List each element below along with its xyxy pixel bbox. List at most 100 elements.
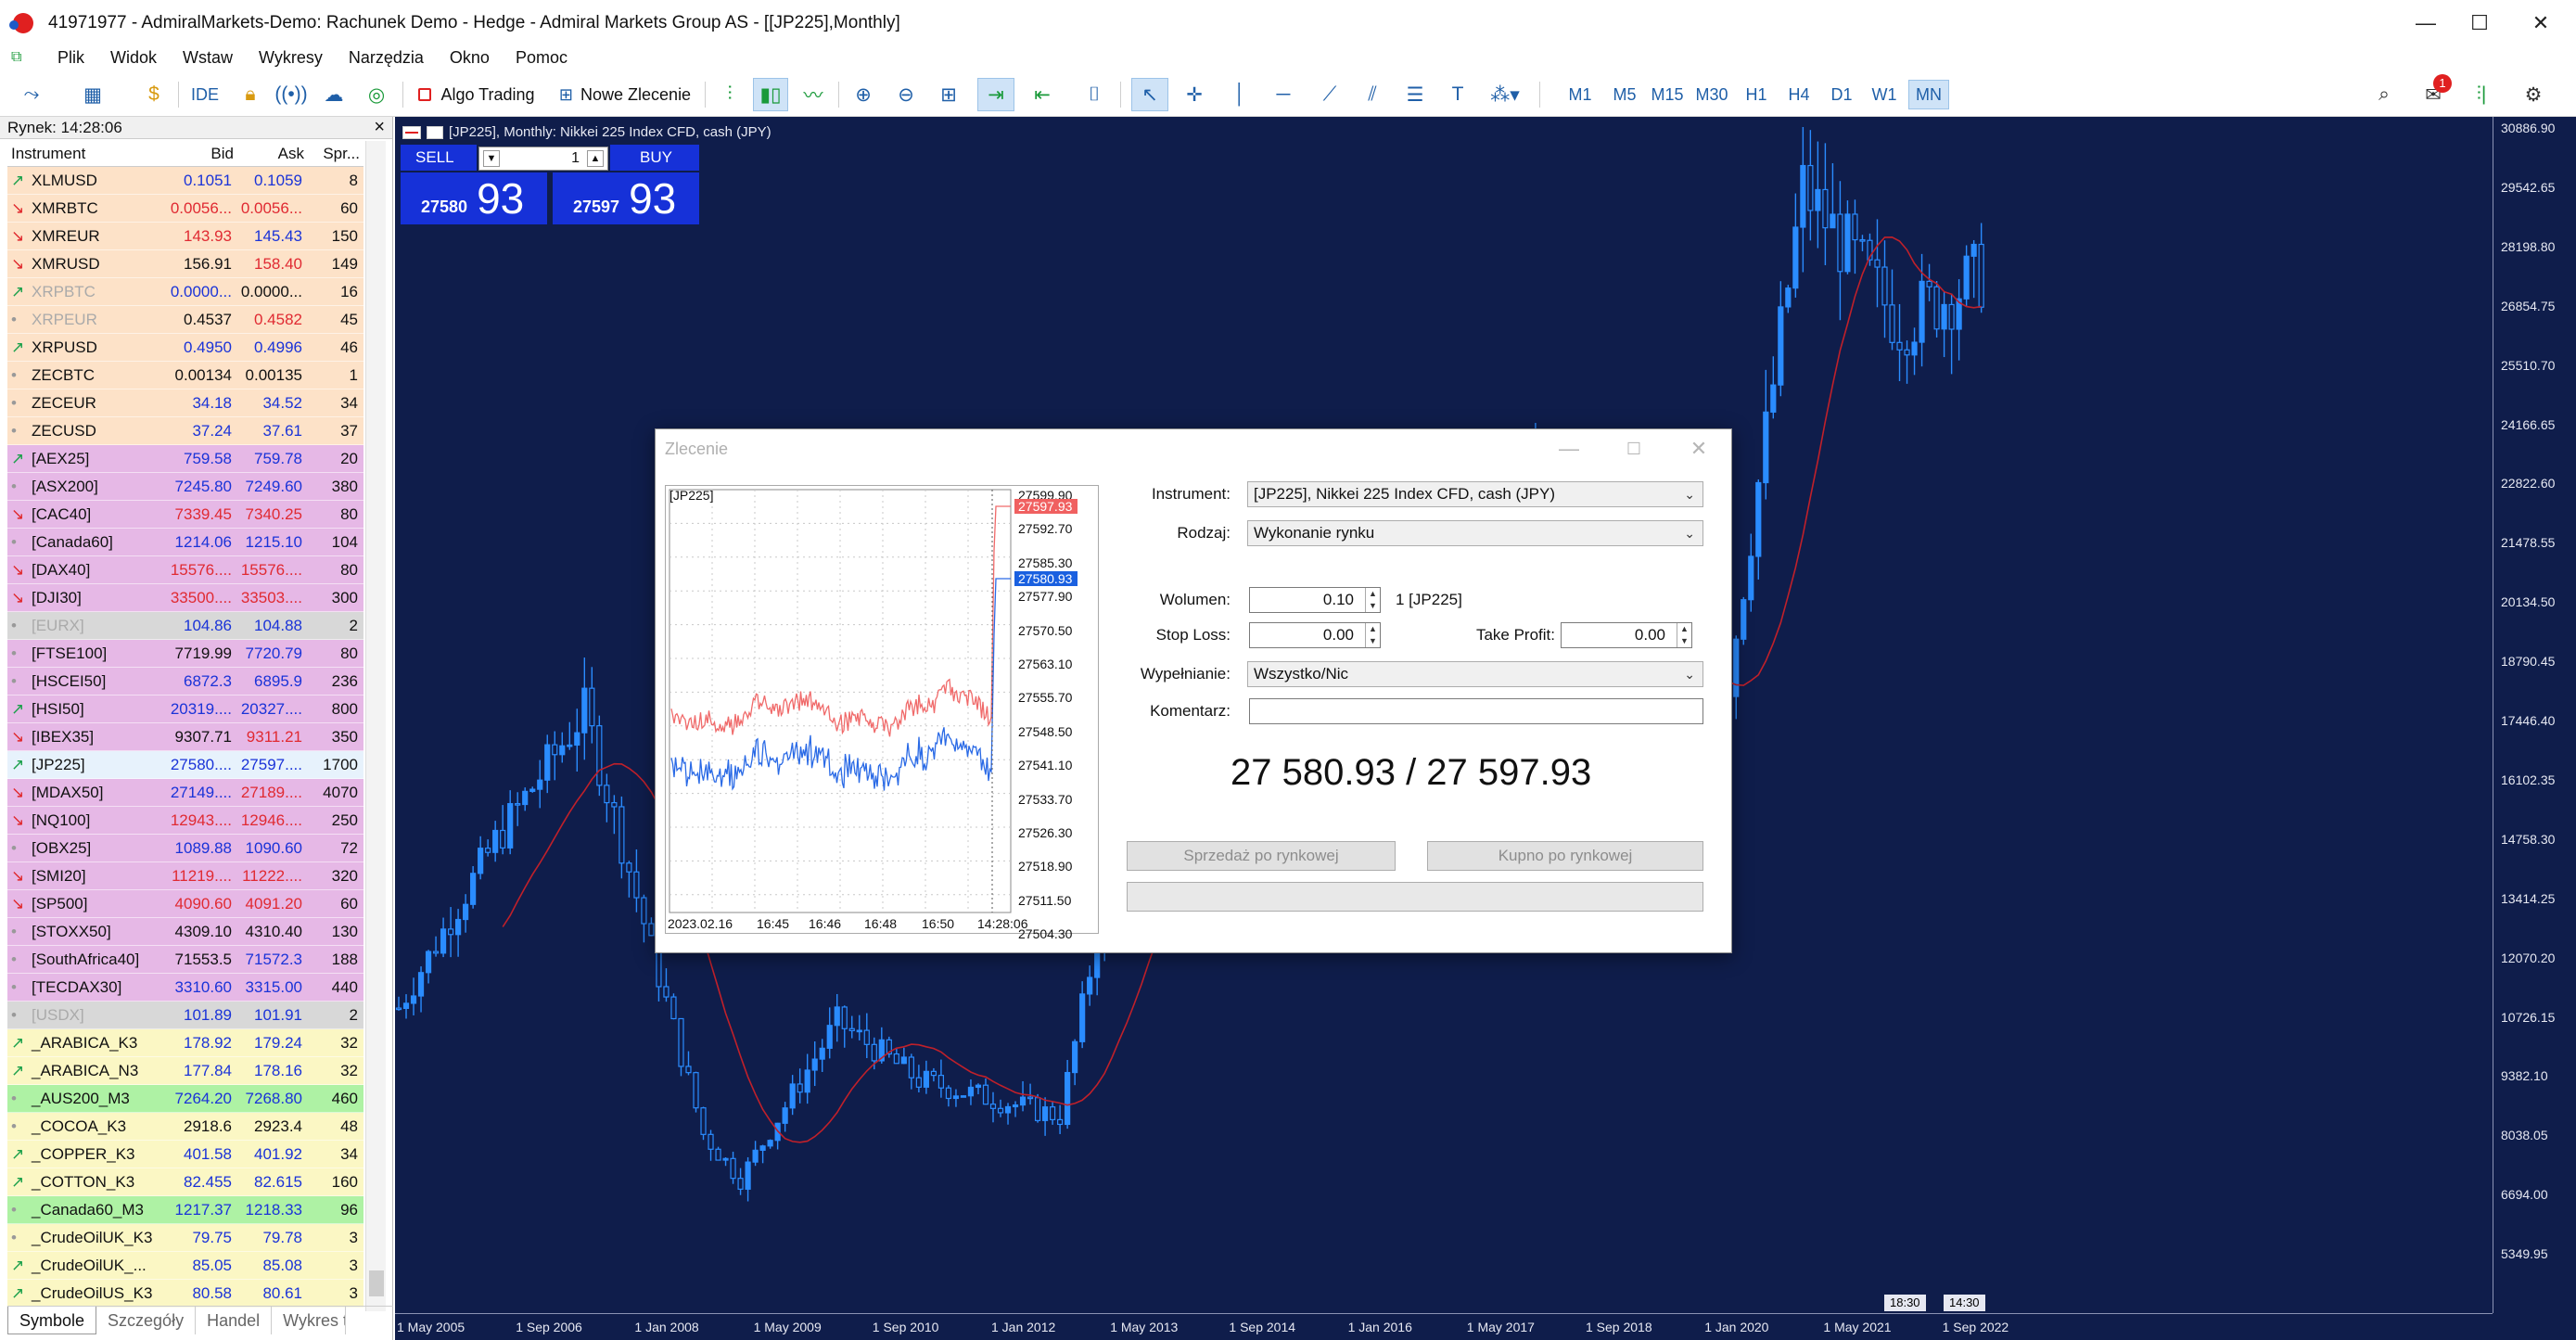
market-watch-row[interactable]: ↗ XRPUSD 0.4950 0.4996 46 — [7, 334, 363, 362]
vertical-line-icon[interactable]: │ — [1226, 78, 1254, 111]
signals-icon[interactable]: ((•)) — [274, 78, 308, 111]
tab-trading[interactable]: Handel — [196, 1307, 273, 1334]
market-watch-row[interactable]: ↘ [CAC40] 7339.45 7340.25 80 — [7, 501, 363, 529]
market-watch-row[interactable]: ↘ [NQ100] 12943.... 12946.... 250 — [7, 807, 363, 835]
order-type-select[interactable]: Wykonanie rynku ⌄ — [1247, 520, 1703, 546]
text-icon[interactable]: T — [1441, 78, 1474, 111]
market-watch-row[interactable]: ↗ [AEX25] 759.58 759.78 20 — [7, 445, 363, 473]
profiles-icon[interactable]: ▦ — [74, 78, 111, 111]
zoom-in-icon[interactable]: ⊕ — [848, 78, 879, 111]
one-click-volume-input[interactable]: ▼ 1 ▲ — [478, 147, 608, 171]
terminal-menu-icon[interactable]: ⧉ — [11, 49, 32, 66]
shapes-icon[interactable]: ⁂▾ — [1484, 78, 1526, 111]
market-watch-row[interactable]: • ZECBTC 0.00134 0.00135 1 — [7, 362, 363, 389]
stop-loss-input[interactable]: 0.00 ▲ ▼ — [1249, 622, 1381, 648]
market-watch-row[interactable]: • _AUS200_M3 7264.20 7268.80 460 — [7, 1085, 363, 1113]
maximize-button[interactable]: ☐ — [2444, 0, 2515, 46]
crosshair-icon[interactable]: ✛ — [1178, 78, 1211, 111]
volume-up-icon[interactable]: ▲ — [587, 150, 604, 167]
volume-spinner-icon[interactable]: ▲ ▼ — [1365, 588, 1380, 612]
market-watch-row[interactable]: • _COCOA_K3 2918.6 2923.4 48 — [7, 1113, 363, 1141]
community-icon[interactable]: ◎ — [360, 78, 393, 111]
new-chart-icon[interactable]: ⤳ — [13, 78, 50, 111]
search-icon[interactable]: ⌕ — [2368, 78, 2400, 111]
market-watch-row[interactable]: • [HSCEI50] 6872.3 6895.9 236 — [7, 668, 363, 696]
market-watch-row[interactable]: ↗ _CrudeOilUS_K3 80.58 80.61 3 — [7, 1280, 363, 1308]
market-watch-row[interactable]: ↘ [DAX40] 15576.... 15576.... 80 — [7, 556, 363, 584]
market-watch-row[interactable]: ↗ [HSI50] 20319.... 20327.... 800 — [7, 696, 363, 723]
market-watch-row[interactable]: ↘ [IBEX35] 9307.71 9311.21 350 — [7, 723, 363, 751]
trend-line-icon[interactable]: ⟋ — [1313, 78, 1346, 111]
chart-shift-icon[interactable]: ⇤ — [1024, 78, 1061, 111]
market-watch-scrollbar[interactable] — [365, 141, 386, 1311]
market-watch-row[interactable]: ↘ XMRBTC 0.0056... 0.0056... 60 — [7, 195, 363, 223]
sell-by-market-button[interactable]: Sprzedaż po rynkowej — [1127, 841, 1396, 871]
one-click-sell-button[interactable]: SELL — [401, 145, 477, 171]
screenshot-icon[interactable]: ⌷ — [1078, 78, 1111, 111]
menu-help[interactable]: Pomoc — [516, 48, 567, 68]
line-chart-icon[interactable]: 〰 — [797, 78, 829, 111]
market-watch-row[interactable]: • [Canada60] 1214.06 1215.10 104 — [7, 529, 363, 556]
timeframe-m30[interactable]: M30 — [1691, 80, 1732, 109]
tab-details[interactable]: Szczegóły — [96, 1307, 197, 1334]
dialog-minimize-button[interactable]: — — [1537, 429, 1601, 468]
col-ask[interactable]: Ask — [237, 141, 308, 167]
market-watch-row[interactable]: • [USDX] 101.89 101.91 2 — [7, 1002, 363, 1029]
market-watch-row[interactable]: • ZECEUR 34.18 34.52 34 — [7, 389, 363, 417]
menu-charts[interactable]: Wykresy — [259, 48, 323, 68]
instrument-select[interactable]: [JP225], Nikkei 225 Index CFD, cash (JPY… — [1247, 481, 1703, 507]
dialog-close-button[interactable]: ✕ — [1666, 429, 1731, 468]
autoscroll-icon[interactable]: ⇥ — [977, 78, 1014, 111]
time-axis[interactable]: 1 May 2005 1 Sep 2006 1 Jan 2008 1 May 2009… — [395, 1313, 2493, 1340]
lock-icon[interactable]: 🔒︎ — [234, 78, 267, 111]
timeframe-m15[interactable]: M15 — [1647, 80, 1688, 109]
close-button[interactable]: ✕ — [2506, 0, 2576, 46]
fibonacci-icon[interactable]: ☰ — [1398, 78, 1432, 111]
market-watch-row[interactable]: ↘ XMRUSD 156.91 158.40 149 — [7, 250, 363, 278]
stop-loss-spinner-icon[interactable]: ▲ ▼ — [1365, 623, 1380, 647]
cursor-icon[interactable]: ↖ — [1131, 78, 1168, 111]
one-click-buy-button[interactable]: BUY — [610, 145, 699, 171]
bar-chart-icon[interactable]: ⫶ — [714, 78, 746, 111]
timeframe-mn[interactable]: MN — [1908, 80, 1949, 109]
tab-tick-chart[interactable]: Wykres ticków — [272, 1307, 347, 1334]
col-bid[interactable]: Bid — [158, 141, 237, 167]
col-instrument[interactable]: Instrument — [7, 141, 158, 167]
menu-file[interactable]: Plik — [57, 48, 84, 68]
market-watch-row[interactable]: • [SouthAfrica40] 71553.5 71572.3 188 — [7, 946, 363, 974]
tile-windows-icon[interactable]: ⊞ — [933, 78, 964, 111]
filling-select[interactable]: Wszystko/Nic ⌄ — [1247, 661, 1703, 687]
market-watch-row[interactable]: ↘ [MDAX50] 27149.... 27189.... 4070 — [7, 779, 363, 807]
algo-trading-button[interactable]: Algo Trading — [412, 78, 542, 111]
market-watch-row[interactable]: ↗ _COPPER_K3 401.58 401.92 34 — [7, 1141, 363, 1168]
timeframe-m5[interactable]: M5 — [1604, 80, 1645, 109]
market-watch-row[interactable]: • [ASX200] 7245.80 7249.60 380 — [7, 473, 363, 501]
market-watch-row[interactable]: • _CrudeOilUK_K3 79.75 79.78 3 — [7, 1224, 363, 1252]
market-watch-row[interactable]: ↘ XMREUR 143.93 145.43 150 — [7, 223, 363, 250]
settings-icon[interactable]: ⚙ — [2517, 78, 2550, 111]
zoom-out-icon[interactable]: ⊖ — [890, 78, 922, 111]
timeframe-h4[interactable]: H4 — [1779, 80, 1819, 109]
market-icon[interactable]: $ — [135, 78, 172, 111]
menu-tools[interactable]: Narzędzia — [349, 48, 424, 68]
scrollbar-thumb[interactable] — [369, 1270, 384, 1296]
take-profit-spinner-icon[interactable]: ▲ ▼ — [1677, 623, 1691, 647]
channel-icon[interactable]: ⫽ — [1356, 78, 1389, 111]
comment-input[interactable] — [1249, 698, 1703, 724]
market-watch-row[interactable]: ↗ _ARABICA_N3 177.84 178.16 32 — [7, 1057, 363, 1085]
buy-by-market-button[interactable]: Kupno po rynkowej — [1427, 841, 1703, 871]
market-watch-row[interactable]: • [EURX] 104.86 104.88 2 — [7, 612, 363, 640]
market-watch-row[interactable]: • [STOXX50] 4309.10 4310.40 130 — [7, 918, 363, 946]
market-watch-row[interactable]: ↗ XLMUSD 0.1051 0.1059 8 — [7, 167, 363, 195]
timeframe-h1[interactable]: H1 — [1736, 80, 1777, 109]
timeframe-w1[interactable]: W1 — [1864, 80, 1905, 109]
tab-symbols[interactable]: Symbole — [7, 1307, 97, 1334]
one-click-sell-price[interactable]: 27580 93 — [401, 172, 547, 224]
market-watch-row[interactable]: ↘ [DJI30] 33500.... 33503.... 300 — [7, 584, 363, 612]
vps-icon[interactable]: ☁ — [317, 78, 351, 111]
market-watch-row[interactable]: ↗ [JP225] 27580.... 27597.... 1700 — [7, 751, 363, 779]
market-watch-row[interactable]: ↗ _ARABICA_K3 178.92 179.24 32 — [7, 1029, 363, 1057]
ide-button[interactable]: IDE — [185, 78, 224, 111]
market-watch-row[interactable]: • [FTSE100] 7719.99 7720.79 80 — [7, 640, 363, 668]
horizontal-line-icon[interactable]: ─ — [1267, 78, 1300, 111]
